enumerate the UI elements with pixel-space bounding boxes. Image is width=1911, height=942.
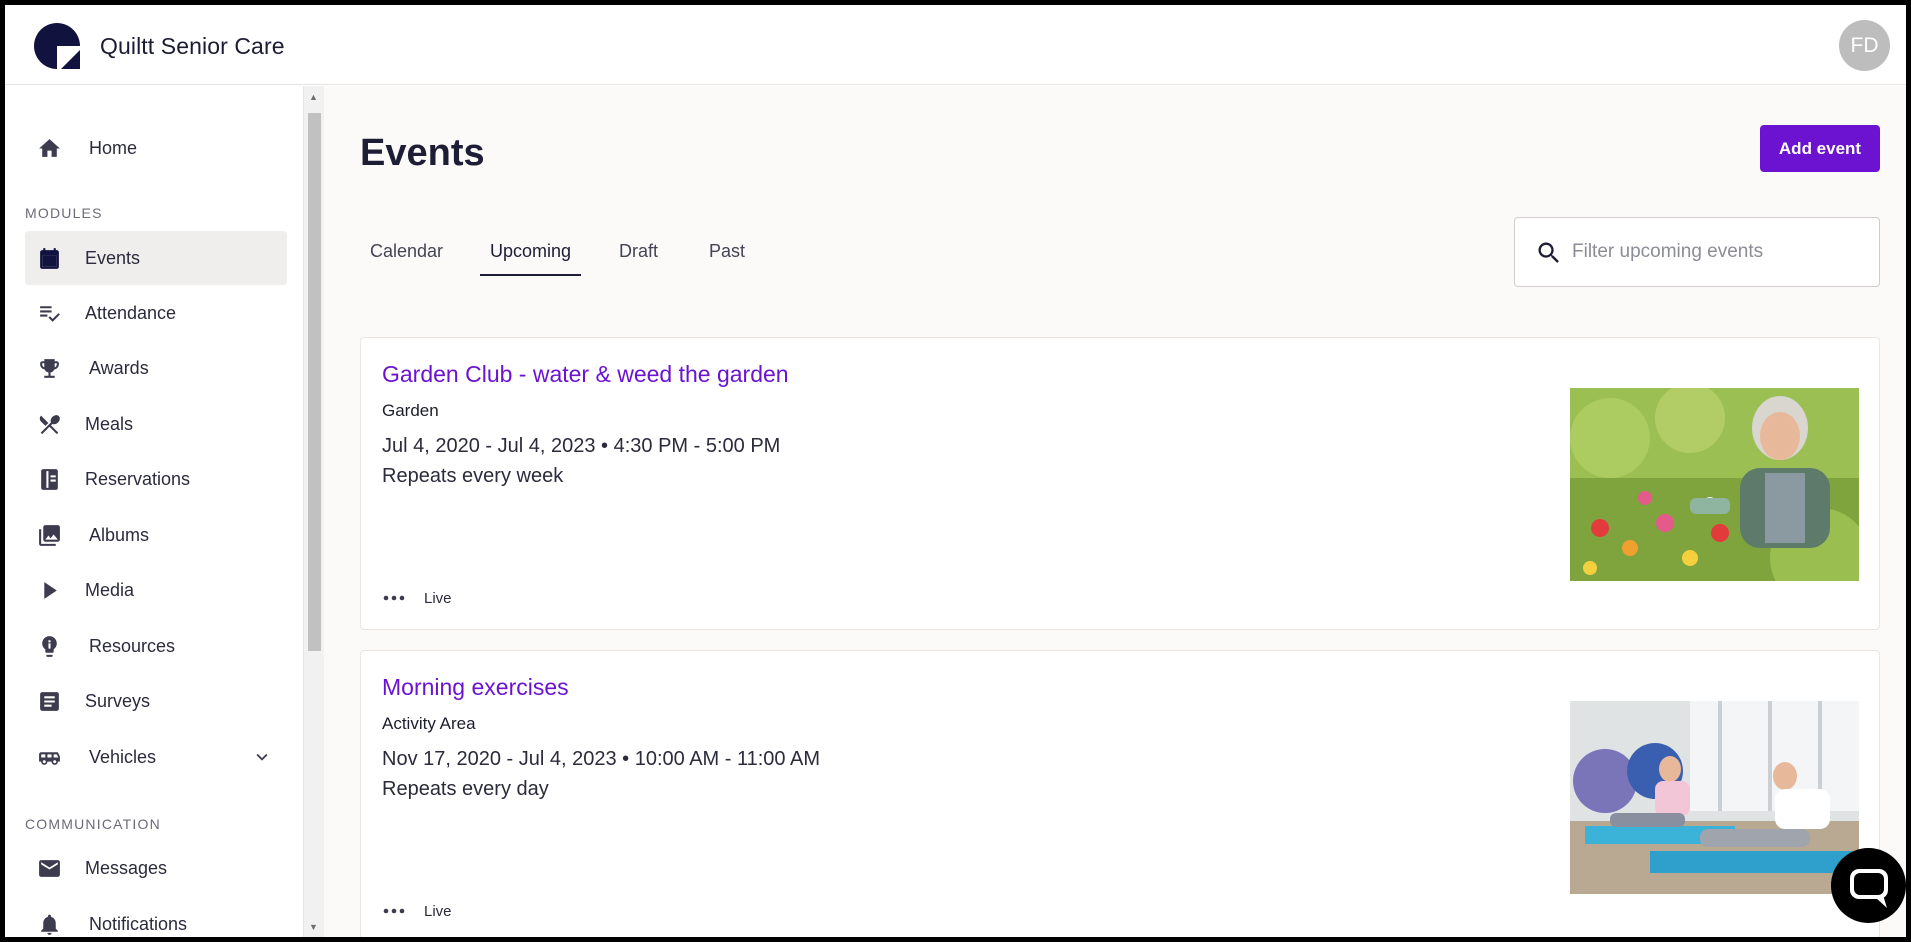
event-card[interactable]: Morning exercises Activity Area Nov 17, … xyxy=(360,650,1880,937)
event-title[interactable]: Morning exercises xyxy=(382,674,569,701)
active-tab-indicator xyxy=(480,274,581,276)
page-title: Events xyxy=(360,132,485,174)
sidebar-item-home[interactable]: Home xyxy=(25,121,287,175)
more-options-icon[interactable] xyxy=(382,905,406,917)
sidebar-item-resources[interactable]: Resources xyxy=(25,619,287,673)
sidebar-item-label: Events xyxy=(85,248,141,268)
sidebar-item-label: Media xyxy=(85,580,135,600)
sidebar-item-awards[interactable]: Awards xyxy=(25,341,287,395)
top-header: Quiltt Senior Care FD xyxy=(5,5,1906,85)
event-location: Activity Area xyxy=(382,714,476,733)
search-input[interactable] xyxy=(1572,232,1862,272)
event-dates: Nov 17, 2020 - Jul 4, 2023 • 10:00 AM - … xyxy=(382,748,821,770)
sidebar-item-label: Notifications xyxy=(89,914,188,934)
sidebar-item-events[interactable]: Events xyxy=(25,231,287,285)
mail-icon xyxy=(37,856,62,881)
survey-icon xyxy=(37,689,62,714)
sidebar-item-notifications[interactable]: Notifications xyxy=(25,897,287,937)
brand-name: Quiltt Senior Care xyxy=(100,33,285,59)
event-card[interactable]: Garden Club - water & weed the garden Ga… xyxy=(360,337,1880,630)
sidebar-item-label: Awards xyxy=(89,358,149,378)
sidebar-item-label: Home xyxy=(89,138,138,158)
main-content: Events Add event Calendar Upcoming Draft… xyxy=(324,86,1906,937)
sidebar-item-albums[interactable]: Albums xyxy=(25,508,287,562)
search-icon xyxy=(1538,242,1559,263)
event-repeat: Repeats every week xyxy=(382,465,564,487)
sidebar-item-label: Attendance xyxy=(85,303,177,323)
more-options-icon[interactable] xyxy=(382,592,406,604)
sidebar-item-label: Meals xyxy=(85,414,134,434)
quiltt-logo-icon xyxy=(34,23,80,69)
sidebar-item-reservations[interactable]: Reservations xyxy=(25,452,287,506)
chat-bubble-icon xyxy=(1850,869,1888,908)
checklist-icon xyxy=(37,301,62,326)
scrollbar-thumb[interactable] xyxy=(308,113,321,651)
event-title[interactable]: Garden Club - water & weed the garden xyxy=(382,361,789,388)
utensils-icon xyxy=(37,412,62,437)
tab-upcoming[interactable]: Upcoming xyxy=(490,241,571,262)
bus-icon xyxy=(37,745,62,770)
sidebar-item-label: Messages xyxy=(85,858,168,878)
event-image-garden xyxy=(1570,388,1859,581)
search-box[interactable] xyxy=(1514,217,1880,287)
scroll-down-arrow-icon[interactable]: ▼ xyxy=(309,922,318,932)
event-status: Live xyxy=(424,590,452,607)
sidebar-item-attendance[interactable]: Attendance xyxy=(25,286,287,340)
sidebar-item-meals[interactable]: Meals xyxy=(25,397,287,451)
event-repeat: Repeats every day xyxy=(382,778,549,800)
trophy-icon xyxy=(37,356,62,381)
sidebar-item-vehicles[interactable]: Vehicles xyxy=(25,730,287,784)
add-event-button[interactable]: Add event xyxy=(1760,125,1880,172)
section-label-modules: MODULES xyxy=(25,205,103,221)
tab-draft[interactable]: Draft xyxy=(619,241,658,262)
sidebar-item-messages[interactable]: Messages xyxy=(25,841,287,895)
user-avatar[interactable]: FD xyxy=(1839,20,1890,71)
sidebar-item-label: Reservations xyxy=(85,469,191,489)
app-window: Quiltt Senior Care FD Home MODULES Event… xyxy=(5,5,1906,937)
event-status: Live xyxy=(424,903,452,920)
sidebar-item-label: Surveys xyxy=(85,691,151,711)
chevron-down-icon[interactable] xyxy=(251,746,273,768)
sidebar-item-media[interactable]: Media xyxy=(25,563,287,617)
chat-support-button[interactable] xyxy=(1831,848,1906,923)
lightbulb-icon xyxy=(37,634,62,659)
sidebar-item-label: Vehicles xyxy=(89,747,157,767)
calendar-icon xyxy=(37,246,62,271)
tab-calendar[interactable]: Calendar xyxy=(370,241,443,262)
book-icon xyxy=(37,467,62,492)
scroll-up-arrow-icon[interactable]: ▲ xyxy=(309,92,318,102)
home-icon xyxy=(37,136,62,161)
tab-past[interactable]: Past xyxy=(709,241,745,262)
event-dates: Jul 4, 2020 - Jul 4, 2023 • 4:30 PM - 5:… xyxy=(382,435,781,457)
section-label-communication: COMMUNICATION xyxy=(25,816,161,832)
photo-library-icon xyxy=(37,523,62,548)
event-location: Garden xyxy=(382,401,439,420)
sidebar: Home MODULES Events Attendance Awards Me… xyxy=(5,86,304,937)
event-image-exercise xyxy=(1570,701,1859,894)
sidebar-item-surveys[interactable]: Surveys xyxy=(25,674,287,728)
bell-icon xyxy=(37,912,62,937)
sidebar-item-label: Albums xyxy=(89,525,150,545)
sidebar-scrollbar[interactable]: ▲ ▼ xyxy=(304,86,324,937)
play-icon xyxy=(37,578,62,603)
sidebar-item-label: Resources xyxy=(89,636,176,656)
